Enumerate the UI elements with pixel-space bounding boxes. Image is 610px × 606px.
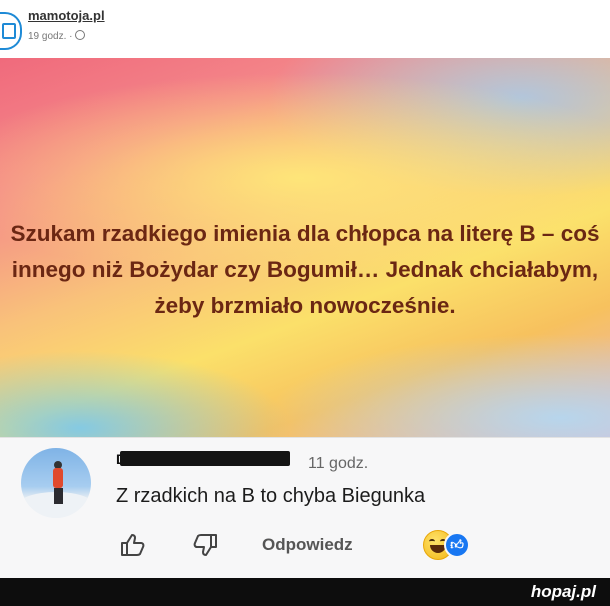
globe-icon [75,30,86,40]
page-name-link[interactable]: mamotoja.pl [28,8,105,23]
like-reaction-icon: 👍︎ [444,532,470,558]
comment-area [0,438,610,578]
avatar-skier-legs [54,488,63,504]
reply-button[interactable]: Odpowiedz [262,535,353,555]
post-banner: Szukam rzadkiego imienia dla chłopca na … [0,58,610,438]
post-timestamp[interactable]: 19 godz. · [28,30,86,42]
commenter-avatar[interactable] [21,448,91,518]
post-time: 19 godz. · [28,31,73,42]
comment-text: Z rzadkich na B to chyba Biegunka [116,485,426,507]
thumbs-down-icon[interactable] [190,530,220,560]
banner-text: Szukam rzadkiego imienia dla chłopca na … [10,221,600,318]
footer-bar [0,578,610,606]
reaction-summary[interactable]: 👍︎ [423,530,470,560]
page-avatar[interactable] [0,12,22,50]
post-header: mamotoja.pl 19 godz. · [0,0,610,58]
emoji-eye-left [429,539,435,544]
thumbs-up-icon[interactable] [118,530,148,560]
redacted-name-bar [120,451,291,466]
comment-time[interactable]: 11 godz. [308,455,368,473]
comment-author[interactable]: D [116,451,296,467]
avatar-skier-body [53,468,63,488]
watermark-logo: hopaj.pl [530,582,596,601]
